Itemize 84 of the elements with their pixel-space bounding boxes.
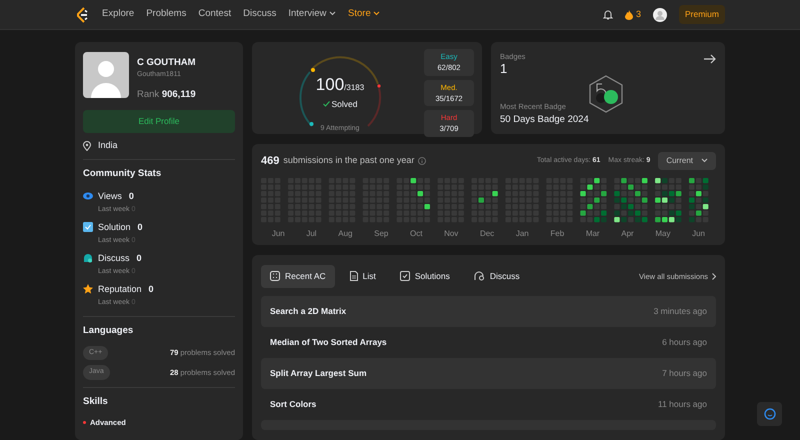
checkbox-icon xyxy=(83,222,93,232)
rank-value: 906,119 xyxy=(162,88,196,100)
premium-button[interactable]: Premium xyxy=(678,5,725,24)
avatar-image xyxy=(83,52,129,98)
period-dropdown[interactable]: Current xyxy=(658,152,716,170)
feedback-button[interactable] xyxy=(757,402,782,426)
tab[interactable]: List xyxy=(340,264,385,288)
month-label: Feb xyxy=(550,228,564,240)
problem-title: Split Array Largest Sum xyxy=(270,366,367,380)
chevron-right-icon xyxy=(712,272,716,280)
submission-time: 3 minutes ago xyxy=(654,304,707,318)
streak-count: 3 xyxy=(636,8,641,21)
profile-name: C GOUTHAM xyxy=(137,56,196,70)
solved-count: 100 xyxy=(316,75,344,94)
recent-badge-name: 50 Days Badge 2024 xyxy=(500,112,589,127)
rank-label: Rank xyxy=(137,88,160,100)
smile-chat-icon xyxy=(764,408,776,420)
month-label: Aug xyxy=(338,228,352,240)
month-label: Jul xyxy=(306,228,317,240)
submission-row[interactable]: Split Array Largest Sum 7 hours ago xyxy=(261,358,716,389)
stat-value: 0 xyxy=(128,190,134,202)
submission-row[interactable]: Median of Two Sorted Arrays 6 hours ago xyxy=(261,326,716,358)
bell-icon[interactable] xyxy=(602,9,613,20)
stat-label: Discuss xyxy=(98,252,130,264)
total-count: /3183 xyxy=(344,83,364,92)
problem-title: Median of Two Sorted Arrays xyxy=(270,336,387,348)
submission-time: 7 hours ago xyxy=(662,366,707,380)
location: India xyxy=(98,138,118,152)
nav-link[interactable]: Discuss xyxy=(243,7,276,22)
nav-link[interactable]: Explore xyxy=(102,7,134,22)
nav-link[interactable]: Problems xyxy=(146,7,186,22)
month-label: Jan xyxy=(516,228,529,240)
badges-count: 1 xyxy=(500,62,508,77)
problem-title: Search a 2D Matrix xyxy=(270,304,346,318)
section-title: Languages xyxy=(83,324,134,338)
month-label: Nov xyxy=(444,228,458,240)
eye-icon xyxy=(83,192,93,200)
flame-icon xyxy=(624,10,633,20)
checkbox-icon xyxy=(400,271,410,282)
tab[interactable]: Solutions xyxy=(390,264,459,288)
arrow-right-icon[interactable] xyxy=(704,54,716,64)
tab[interactable]: Discuss xyxy=(464,264,529,288)
check-icon xyxy=(322,100,330,107)
stat-value: 0 xyxy=(148,282,154,296)
nav-link[interactable]: Contest xyxy=(198,7,232,22)
submission-text: submissions in the past one year xyxy=(283,154,414,168)
star-icon xyxy=(83,284,93,294)
chat-bubble-icon xyxy=(83,253,93,264)
month-label: Jun xyxy=(272,228,285,240)
submission-time: 11 hours ago xyxy=(658,398,707,410)
nav-link[interactable]: Store xyxy=(348,7,380,22)
chevron-icon xyxy=(329,11,336,16)
problem-title: Sort Colors xyxy=(270,398,316,410)
month-label: Sep xyxy=(374,228,388,240)
document-icon xyxy=(350,271,358,282)
chat-search-icon xyxy=(474,271,485,282)
grid-icon xyxy=(270,271,280,282)
month-label: Mar xyxy=(586,228,600,240)
submission-count: 469 xyxy=(261,154,280,169)
stat-label: Solution xyxy=(98,220,131,234)
month-label: Apr xyxy=(621,228,634,240)
stat-label: Reputation xyxy=(98,282,142,296)
month-label: Jun xyxy=(692,228,705,240)
edit-profile-button[interactable]: Edit Profile xyxy=(83,110,235,133)
month-label: May xyxy=(655,228,670,240)
stat-label: Views xyxy=(98,190,122,202)
month-label: Dec xyxy=(480,228,494,240)
month-label: Oct xyxy=(410,228,422,240)
submission-time: 6 hours ago xyxy=(662,336,707,348)
logo-icon xyxy=(75,6,89,22)
stat-value: 0 xyxy=(138,220,143,234)
avatar-icon[interactable] xyxy=(652,8,667,22)
info-icon[interactable] xyxy=(418,156,426,165)
section-title: Community Stats xyxy=(83,167,162,182)
submission-row[interactable]: Search a 2D Matrix 3 minutes ago xyxy=(261,296,716,327)
nav-link[interactable]: Interview xyxy=(288,7,336,22)
stat-value: 0 xyxy=(136,252,142,264)
chevron-icon xyxy=(373,11,380,16)
tab[interactable]: Recent AC xyxy=(261,264,335,288)
chevron-icon xyxy=(701,158,708,164)
submission-row[interactable]: Sort Colors 11 hours ago xyxy=(261,388,716,420)
location-pin-icon xyxy=(83,140,91,150)
solved-label: Solved xyxy=(332,98,358,110)
section-title: Skills xyxy=(83,394,109,409)
